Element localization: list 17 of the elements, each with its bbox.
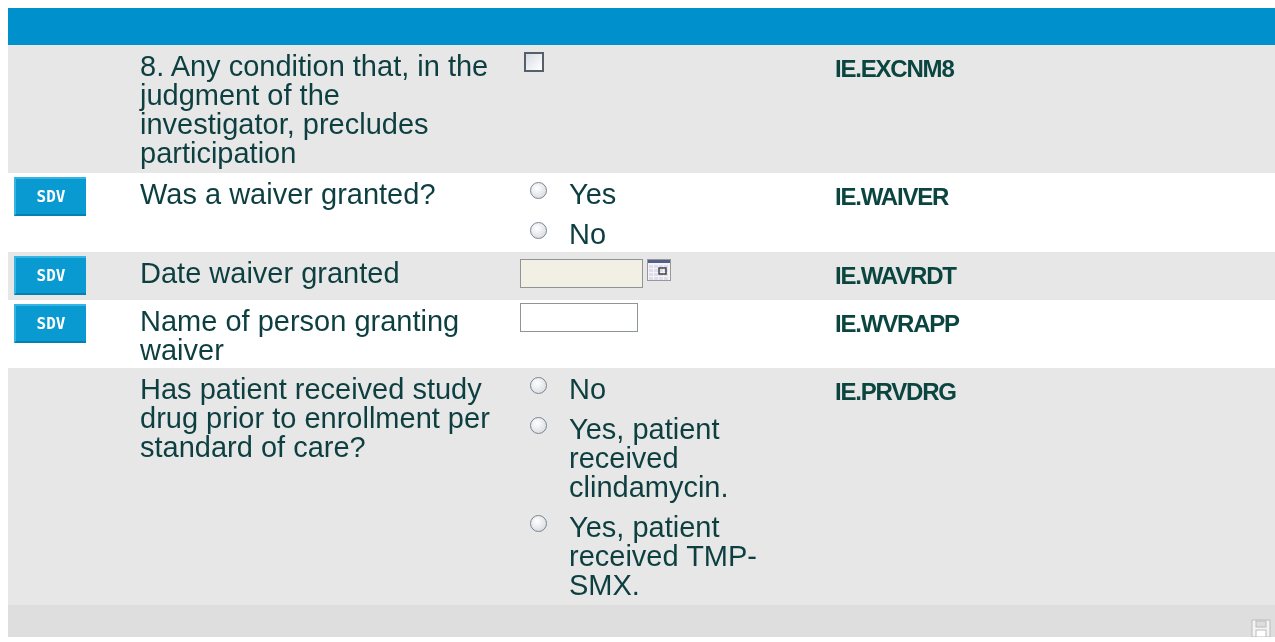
question-label: 8. Any condition that, in the judgment of the investigator, precludes participation (140, 52, 490, 168)
option-label: Yes, patient received clindamycin. (569, 415, 730, 502)
question-label: Name of person granting waiver (140, 307, 461, 365)
question-label: Was a waiver granted? (140, 180, 437, 212)
sdv-button[interactable]: SDV (14, 304, 86, 343)
option-label: No (569, 220, 608, 249)
option-label: Yes, patient received TMP-SMX. (569, 513, 759, 600)
sdv-button[interactable]: SDV (14, 177, 86, 216)
option-label: Yes (569, 180, 618, 209)
field-code: IE.PRVDRG (835, 377, 957, 407)
field-code: IE.WAVRDT (835, 261, 958, 291)
field-code: IE.EXCNM8 (835, 54, 955, 84)
option-label: No (569, 375, 608, 404)
question-label: Date waiver granted (140, 259, 401, 291)
field-code: IE.WVRAPP (835, 309, 960, 339)
field-code: IE.WAIVER (835, 182, 950, 212)
question-label: Has patient received study drug prior to enrollment per standard of care? (140, 375, 491, 465)
